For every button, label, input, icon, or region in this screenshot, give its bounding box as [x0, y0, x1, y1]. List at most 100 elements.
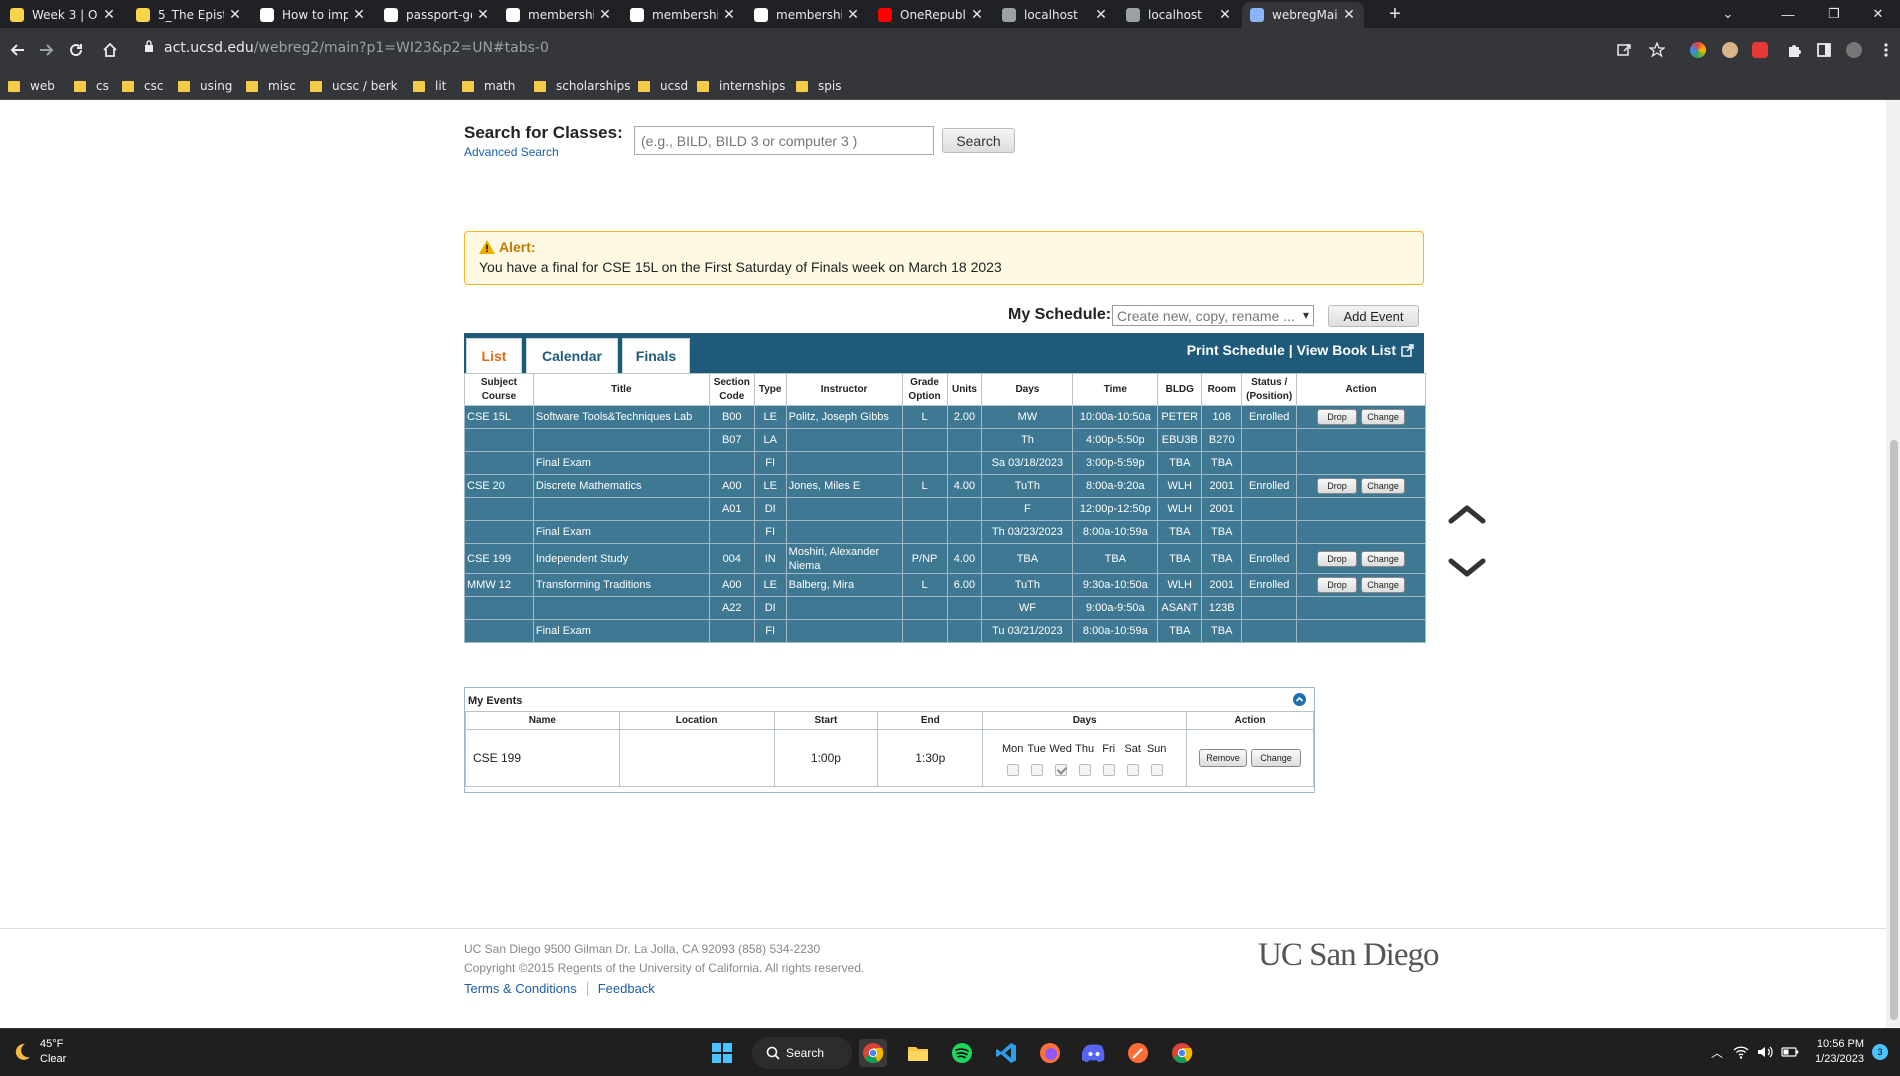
- clock[interactable]: 10:56 PM 1/23/2023: [1815, 1037, 1864, 1067]
- terms-link[interactable]: Terms & Conditions: [464, 981, 577, 996]
- bookmark-folder[interactable]: ucsd: [638, 78, 688, 94]
- change-event-button[interactable]: Change: [1251, 749, 1302, 767]
- bookmark-folder[interactable]: internships: [697, 78, 785, 94]
- close-tab-icon[interactable]: ✕: [722, 7, 736, 23]
- day-checkbox[interactable]: [1102, 763, 1115, 776]
- scrollbar-thumb[interactable]: [1890, 440, 1898, 1020]
- bookmark-folder[interactable]: cs: [74, 78, 109, 94]
- day-checkbox[interactable]: [1054, 763, 1067, 776]
- forward-icon[interactable]: [34, 38, 58, 62]
- wifi-icon[interactable]: [1733, 1045, 1749, 1059]
- chrome-profile-icon[interactable]: [1168, 1039, 1196, 1067]
- day-checkbox[interactable]: [1006, 763, 1019, 776]
- shield-extension-icon[interactable]: [1752, 42, 1768, 58]
- weather-widget[interactable]: 45°F Clear: [12, 1037, 66, 1067]
- new-tab-icon[interactable]: +: [1372, 0, 1418, 28]
- bookmark-folder[interactable]: spis: [796, 78, 841, 94]
- browser-tab[interactable]: OneRepublic - C ✕: [870, 2, 992, 28]
- share-icon[interactable]: [1612, 38, 1636, 62]
- bookmark-folder[interactable]: math: [462, 78, 515, 94]
- close-tab-icon[interactable]: ✕: [228, 7, 242, 23]
- browser-tab[interactable]: 5_The Epistle of ✕: [128, 2, 250, 28]
- day-checkbox[interactable]: [1078, 763, 1091, 776]
- browser-tab[interactable]: membership-sit ✕: [622, 2, 744, 28]
- taskbar-search[interactable]: Search: [752, 1037, 852, 1069]
- close-tab-icon[interactable]: ✕: [352, 7, 366, 23]
- change-button[interactable]: Change: [1361, 478, 1406, 494]
- close-tab-icon[interactable]: ✕: [1094, 7, 1108, 23]
- bookmark-folder[interactable]: misc: [246, 78, 296, 94]
- back-icon[interactable]: [6, 38, 30, 62]
- postman-icon[interactable]: [1124, 1039, 1152, 1067]
- browser-tab[interactable]: passport-googl ✕: [376, 2, 498, 28]
- close-tab-icon[interactable]: ✕: [970, 7, 984, 23]
- print-schedule-link[interactable]: Print Schedule: [1187, 342, 1285, 358]
- browser-tab[interactable]: How to implem ✕: [252, 2, 374, 28]
- drop-button[interactable]: Drop: [1317, 550, 1358, 567]
- browser-tab[interactable]: membership-sit ✕: [498, 2, 620, 28]
- home-icon[interactable]: [98, 38, 122, 62]
- chevron-up-icon[interactable]: ︿: [1711, 1044, 1723, 1061]
- menu-kebab-icon[interactable]: [1874, 38, 1898, 62]
- tab-list[interactable]: List: [466, 338, 522, 373]
- close-tab-icon[interactable]: ✕: [1342, 7, 1356, 23]
- restore-icon[interactable]: ❐: [1811, 0, 1857, 28]
- close-window-icon[interactable]: ✕: [1855, 0, 1900, 28]
- scroll-down-arrow-icon[interactable]: [1448, 558, 1486, 578]
- bookmark-folder[interactable]: using: [178, 78, 232, 94]
- change-button[interactable]: Change: [1361, 550, 1406, 567]
- profile-avatar[interactable]: [1846, 42, 1862, 58]
- collapse-icon[interactable]: [1293, 693, 1306, 706]
- notification-badge[interactable]: 3: [1872, 1044, 1888, 1060]
- tab-calendar[interactable]: Calendar: [526, 338, 618, 373]
- browser-tab[interactable]: membership-sit ✕: [746, 2, 868, 28]
- browser-tab[interactable]: localhost ✕: [1118, 2, 1240, 28]
- close-tab-icon[interactable]: ✕: [1218, 7, 1232, 23]
- drop-button[interactable]: Drop: [1317, 577, 1358, 593]
- face-extension-icon[interactable]: [1722, 42, 1738, 58]
- browser-tab[interactable]: localhost ✕: [994, 2, 1116, 28]
- view-book-list-link[interactable]: View Book List: [1297, 342, 1396, 358]
- tab-finals[interactable]: Finals: [622, 338, 690, 373]
- drop-button[interactable]: Drop: [1317, 478, 1358, 494]
- class-search-input[interactable]: [634, 126, 934, 155]
- minimize-icon[interactable]: —: [1765, 0, 1811, 28]
- scroll-up-arrow-icon[interactable]: [1448, 504, 1486, 524]
- search-button[interactable]: Search: [942, 128, 1015, 153]
- file-explorer-icon[interactable]: [904, 1039, 932, 1067]
- close-tab-icon[interactable]: ✕: [102, 7, 116, 23]
- windows-start-icon[interactable]: [708, 1039, 736, 1067]
- close-tab-icon[interactable]: ✕: [846, 7, 860, 23]
- bookmark-folder[interactable]: ucsc / berk: [310, 78, 398, 94]
- remove-event-button[interactable]: Remove: [1199, 749, 1248, 767]
- extensions-puzzle-icon[interactable]: [1782, 38, 1806, 62]
- bookmark-star-icon[interactable]: [1645, 38, 1669, 62]
- schedule-select[interactable]: Create new, copy, rename ... ▾: [1112, 305, 1314, 326]
- bookmark-folder[interactable]: web: [8, 78, 55, 94]
- day-checkbox[interactable]: [1030, 763, 1043, 776]
- day-checkbox[interactable]: [1150, 763, 1163, 776]
- side-panel-icon[interactable]: [1812, 38, 1836, 62]
- page-scrollbar[interactable]: [1886, 100, 1900, 1028]
- drop-button[interactable]: Drop: [1317, 409, 1358, 425]
- discord-icon[interactable]: [1080, 1039, 1108, 1067]
- add-event-button[interactable]: Add Event: [1328, 305, 1419, 327]
- advanced-search-link[interactable]: Advanced Search: [464, 145, 559, 159]
- vscode-icon[interactable]: [992, 1039, 1020, 1067]
- volume-icon[interactable]: [1757, 1045, 1773, 1059]
- address-bar[interactable]: act.ucsd.edu/webreg2/main?p1=WI23&p2=UN#…: [134, 32, 1694, 64]
- tab-search-icon[interactable]: ⌄: [1705, 0, 1751, 28]
- close-tab-icon[interactable]: ✕: [476, 7, 490, 23]
- chrome-icon[interactable]: [859, 1039, 887, 1067]
- bookmark-folder[interactable]: csc: [122, 78, 163, 94]
- color-extension-icon[interactable]: [1690, 42, 1706, 58]
- feedback-link[interactable]: Feedback: [598, 981, 655, 996]
- day-checkbox[interactable]: [1126, 763, 1139, 776]
- battery-icon[interactable]: [1781, 1046, 1799, 1058]
- change-button[interactable]: Change: [1361, 577, 1406, 593]
- spotify-icon[interactable]: [948, 1039, 976, 1067]
- reload-icon[interactable]: [64, 38, 88, 62]
- close-tab-icon[interactable]: ✕: [598, 7, 612, 23]
- bookmark-folder[interactable]: scholarships: [534, 78, 630, 94]
- browser-tab[interactable]: Week 3 | Overvi ✕: [2, 2, 124, 28]
